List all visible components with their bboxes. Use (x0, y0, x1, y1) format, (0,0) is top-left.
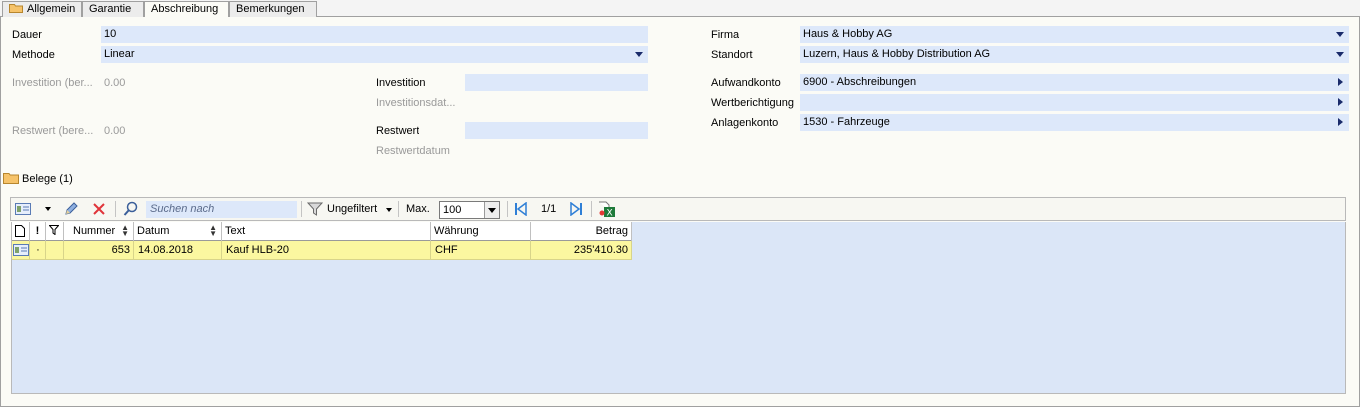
grid-header: ! Nummer ▲ ▼ Datum ▲ ▼ Text Währung Betrag (12, 222, 632, 241)
aufwandkonto-field[interactable]: 6900 - Abschreibungen (800, 74, 1349, 91)
chevron-down-icon[interactable] (45, 207, 51, 211)
tab-allgemein[interactable]: Allgemein (2, 1, 82, 17)
belege-grid: ! Nummer ▲ ▼ Datum ▲ ▼ Text Währung Betrag… (11, 222, 1346, 394)
column-datum-label: Datum (137, 225, 170, 237)
column-nummer-label: Nummer (73, 225, 116, 237)
column-text[interactable]: Text (222, 222, 431, 241)
restwert-berechnet-value: 0.00 (104, 125, 126, 137)
standort-value: Luzern, Haus & Hobby Distribution AG (803, 48, 991, 60)
methode-label: Methode (12, 49, 55, 61)
anlagenkonto-field[interactable]: 1530 - Fahrzeuge (800, 114, 1349, 131)
standort-dropdown[interactable]: Luzern, Haus & Hobby Distribution AG (800, 46, 1349, 63)
firma-value: Haus & Hobby AG (803, 28, 893, 40)
cell-waehrung: CHF (431, 241, 531, 260)
restwert-berechnet-label: Restwert (bere... (12, 125, 94, 137)
aufwandkonto-label: Aufwandkonto (711, 77, 781, 89)
chevron-down-icon (1336, 52, 1344, 57)
toolbar-separator (301, 201, 302, 217)
cell-betrag: 235'410.30 (531, 241, 632, 260)
chevron-right-icon[interactable] (1338, 118, 1343, 126)
excel-export-icon[interactable]: X (598, 201, 616, 221)
column-waehrung[interactable]: Währung (431, 222, 531, 241)
belege-toolbar: Suchen nach Ungefiltert Max. 100 1/1 X (10, 197, 1346, 221)
table-row[interactable]: · 653 14.08.2018 Kauf HLB-20 CHF 235'410… (12, 241, 632, 260)
chevron-down-icon (1336, 32, 1344, 37)
cell-nummer: 653 (64, 241, 134, 260)
column-doc-icon[interactable] (12, 222, 30, 241)
belege-header[interactable]: Belege (1) (3, 172, 73, 187)
toolbar-separator (591, 201, 592, 217)
tab-label: Allgemein (27, 3, 76, 15)
wertberichtigung-label: Wertberichtigung (711, 97, 794, 109)
folder-icon (9, 3, 23, 13)
row-status-dot: · (30, 241, 46, 260)
tab-bar: Allgemein Garantie Abschreibung Bemerkun… (0, 0, 1360, 18)
toolbar-separator (398, 201, 399, 217)
filter-icon[interactable] (306, 201, 324, 220)
chevron-down-icon[interactable] (484, 202, 499, 218)
max-label: Max. (406, 203, 430, 215)
document-icon (15, 225, 25, 237)
chevron-down-icon (635, 52, 643, 57)
tab-label: Abschreibung (151, 3, 219, 15)
methode-value: Linear (104, 48, 135, 60)
chevron-down-icon[interactable] (386, 208, 392, 212)
row-filter-cell (46, 241, 64, 260)
tab-label: Bemerkungen (236, 3, 305, 15)
aufwandkonto-value: 6900 - Abschreibungen (803, 76, 917, 88)
tab-garantie[interactable]: Garantie (82, 1, 144, 17)
investition-berechnet-label: Investition (ber... (12, 77, 93, 89)
folder-icon (3, 172, 19, 187)
sort-icon: ▲ ▼ (121, 223, 129, 238)
delete-icon[interactable] (91, 201, 107, 220)
column-filter-icon[interactable] (46, 222, 64, 241)
first-page-icon[interactable] (514, 201, 528, 219)
sort-icon: ▲ ▼ (209, 223, 217, 238)
tab-abschreibung[interactable]: Abschreibung (144, 1, 229, 18)
max-rows-select[interactable]: 100 (439, 201, 500, 219)
tab-label: Garantie (89, 3, 132, 15)
restwertdatum-label: Restwertdatum (376, 145, 450, 157)
toolbar-separator (115, 201, 116, 217)
column-important-icon[interactable]: ! (30, 222, 46, 241)
column-datum[interactable]: Datum ▲ ▼ (134, 222, 222, 241)
last-page-icon[interactable] (569, 201, 583, 219)
methode-dropdown[interactable]: Linear (101, 46, 648, 63)
column-text-label: Text (225, 225, 246, 237)
toolbar-separator (507, 201, 508, 217)
chevron-right-icon[interactable] (1338, 98, 1343, 106)
svg-text:X: X (607, 209, 613, 219)
column-betrag[interactable]: Betrag (531, 222, 632, 241)
investition-field[interactable] (465, 74, 648, 91)
search-icon[interactable] (123, 201, 139, 220)
wertberichtigung-field[interactable] (800, 94, 1349, 111)
firma-label: Firma (711, 29, 740, 41)
chevron-right-icon[interactable] (1338, 78, 1343, 86)
anlagenkonto-label: Anlagenkonto (711, 117, 779, 129)
investitionsdatum-label: Investitionsdat... (376, 97, 456, 109)
column-betrag-label: Betrag (595, 225, 628, 237)
anlagenkonto-value: 1530 - Fahrzeuge (803, 116, 890, 128)
page-indicator: 1/1 (541, 203, 557, 215)
filter-label[interactable]: Ungefiltert (327, 203, 377, 215)
standort-label: Standort (711, 49, 753, 61)
edit-icon[interactable] (63, 201, 79, 220)
row-record-icon (12, 241, 30, 260)
cell-text: Kauf HLB-20 (222, 241, 431, 260)
belege-title: Belege (1) (22, 173, 73, 185)
tab-bemerkungen[interactable]: Bemerkungen (229, 1, 317, 17)
firma-dropdown[interactable]: Haus & Hobby AG (800, 26, 1349, 43)
restwert-field[interactable] (465, 122, 648, 139)
investition-label: Investition (376, 77, 426, 89)
search-input[interactable]: Suchen nach (146, 201, 297, 218)
record-icon[interactable] (15, 203, 31, 218)
column-nummer[interactable]: Nummer ▲ ▼ (64, 222, 134, 241)
column-waehrung-label: Währung (434, 225, 479, 237)
max-rows-value: 100 (443, 204, 462, 216)
dauer-label: Dauer (12, 29, 42, 41)
dauer-field[interactable]: 10 (101, 26, 648, 43)
cell-datum: 14.08.2018 (134, 241, 222, 260)
restwert-label: Restwert (376, 125, 420, 137)
investition-berechnet-value: 0.00 (104, 77, 126, 89)
